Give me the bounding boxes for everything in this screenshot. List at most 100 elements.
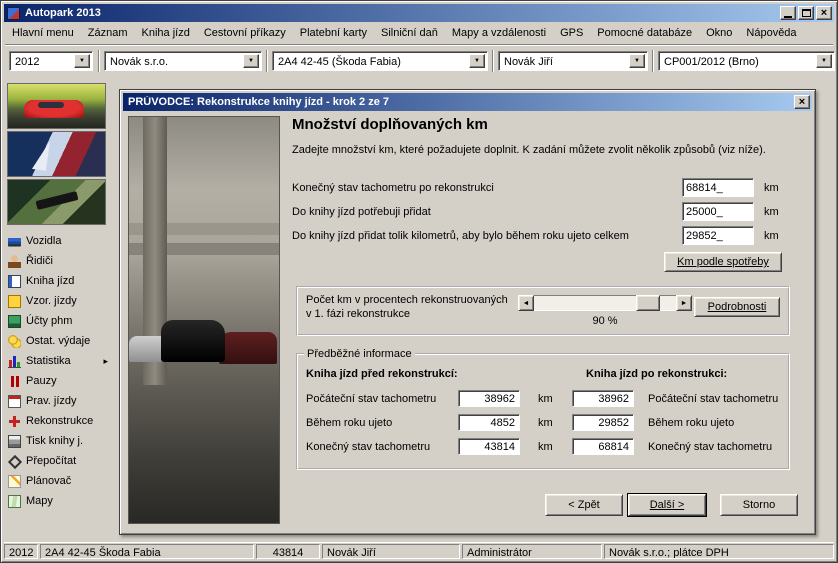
menu-mapy-a-vzdalenosti[interactable]: Mapy a vzdálenosti xyxy=(445,25,553,41)
scroll-right-button[interactable]: ► xyxy=(676,295,692,311)
sidebar-item-ridici[interactable]: Řidiči xyxy=(6,251,112,271)
sidebar-item-vzor-jizdy[interactable]: Vzor. jízdy xyxy=(6,291,112,311)
dialog-titlebar[interactable]: PRŮVODCE: Rekonstrukce knihy jízd - krok… xyxy=(123,93,812,111)
minimize-icon xyxy=(784,16,792,18)
unit-label: km xyxy=(538,441,553,453)
menu-okno[interactable]: Okno xyxy=(699,25,739,41)
app-title: Autopark 2013 xyxy=(25,7,101,19)
fuel-pump-icon xyxy=(8,315,21,328)
row-label: Počáteční stav tachometru xyxy=(648,393,778,405)
unit-label: km xyxy=(538,393,553,405)
photo-refueling xyxy=(7,179,106,225)
sidebar-item-pauzy[interactable]: Pauzy xyxy=(6,371,112,391)
recalculate-icon xyxy=(8,455,21,468)
scroll-left-button[interactable]: ◄ xyxy=(518,295,534,311)
sidebar-item-prav-jizdy[interactable]: Prav. jízdy xyxy=(6,391,112,411)
map-icon xyxy=(8,495,21,508)
percent-scrollbar[interactable]: ◄ ► xyxy=(518,295,692,311)
total-yearly-km-input[interactable]: 29852_ xyxy=(682,226,754,245)
maximize-button[interactable] xyxy=(798,6,814,20)
menu-gps[interactable]: GPS xyxy=(553,25,590,41)
unit-label: km xyxy=(764,182,779,194)
calendar-icon xyxy=(8,395,21,408)
dialog-photo-garage xyxy=(128,116,280,524)
percent-label: Počet km v procentech rekonstruovaných v… xyxy=(306,293,508,321)
sidebar-photos xyxy=(6,83,106,227)
toolbar-separator xyxy=(492,50,494,72)
row-label: Během roku ujeto xyxy=(306,417,392,429)
menu-silnicni-dan[interactable]: Silniční daň xyxy=(374,25,445,41)
driver-combobox[interactable]: Novák Jiří ▼ xyxy=(498,51,648,71)
cancel-button[interactable]: Storno xyxy=(720,494,798,516)
after-value: 38962 xyxy=(572,390,634,407)
menu-zaznam[interactable]: Záznam xyxy=(81,25,135,41)
menu-hlavni-menu[interactable]: Hlavní menu xyxy=(5,25,81,41)
red-car-shape xyxy=(219,332,277,364)
year-combobox[interactable]: 2012 ▼ xyxy=(9,51,93,71)
status-user: Administrátor xyxy=(462,544,602,559)
dialog-close-button[interactable]: × xyxy=(794,95,810,109)
chevron-down-icon[interactable]: ▼ xyxy=(243,54,259,68)
details-button[interactable]: Podrobnosti xyxy=(694,297,780,317)
app-window: Autopark 2013 × Hlavní menu Záznam Kniha… xyxy=(0,0,838,563)
next-button[interactable]: Další > xyxy=(628,494,706,516)
close-icon: × xyxy=(799,97,805,108)
toolbar-separator xyxy=(652,50,654,72)
chevron-down-icon[interactable]: ▼ xyxy=(629,54,645,68)
chevron-down-icon[interactable]: ▼ xyxy=(816,54,832,68)
sidebar-item-kniha-jizd[interactable]: Kniha jízd xyxy=(6,271,112,291)
app-titlebar[interactable]: Autopark 2013 × xyxy=(4,4,834,22)
driver-combobox-value: Novák Jiří xyxy=(504,55,553,68)
preview-row: Konečný stav tachometru 43814 km 68814 K… xyxy=(298,438,788,456)
sidebar-item-statistika[interactable]: Statistika ▸ xyxy=(6,351,112,371)
menubar: Hlavní menu Záznam Kniha jízd Cestovní p… xyxy=(5,24,833,42)
status-driver: Novák Jiří xyxy=(322,544,460,559)
car-icon xyxy=(8,235,21,248)
before-column-header: Kniha jízd před rekonstrukcí: xyxy=(306,368,458,380)
menu-kniha-jizd[interactable]: Kniha jízd xyxy=(135,25,197,41)
chevron-down-icon[interactable]: ▼ xyxy=(469,54,485,68)
menu-napoveda[interactable]: Nápověda xyxy=(739,25,803,41)
trip-combobox[interactable]: CP001/2012 (Brno) ▼ xyxy=(658,51,835,71)
logbook-icon xyxy=(8,275,21,288)
company-combobox[interactable]: Novák s.r.o. ▼ xyxy=(104,51,262,71)
dialog-content: Množství doplňovaných km Zadejte množstv… xyxy=(290,114,807,526)
km-to-add-input[interactable]: 25000_ xyxy=(682,202,754,221)
sidebar-item-mapy[interactable]: Mapy xyxy=(6,491,112,511)
minimize-button[interactable] xyxy=(780,6,796,20)
sidebar-item-label: Rekonstrukce xyxy=(26,415,93,427)
vehicle-combobox[interactable]: 2A4 42-45 (Škoda Fabia) ▼ xyxy=(272,51,488,71)
statusbar: 2012 2A4 42-45 Škoda Fabia 43814 Novák J… xyxy=(4,542,834,559)
back-button[interactable]: < Zpět xyxy=(545,494,623,516)
menu-platebni-karty[interactable]: Platební karty xyxy=(293,25,374,41)
red-car-shape xyxy=(24,100,84,118)
before-value: 38962 xyxy=(458,390,520,407)
percent-value: 90 % xyxy=(518,315,692,327)
preview-row: Během roku ujeto 4852 km 29852 Během rok… xyxy=(298,414,788,432)
status-vehicle: 2A4 42-45 Škoda Fabia xyxy=(40,544,254,559)
close-button[interactable]: × xyxy=(816,6,832,20)
sidebar-item-label: Statistika xyxy=(26,355,71,367)
status-company: Novák s.r.o.; plátce DPH xyxy=(604,544,834,559)
menu-pomocne-databaze[interactable]: Pomocné databáze xyxy=(590,25,699,41)
scrollbar-thumb[interactable] xyxy=(636,295,660,311)
menu-cestovni-prikazy[interactable]: Cestovní příkazy xyxy=(197,25,293,41)
sidebar-item-rekonstrukce[interactable]: Rekonstrukce xyxy=(6,411,112,431)
sidebar-item-label: Řidiči xyxy=(26,255,53,267)
percent-group: Počet km v procentech rekonstruovaných v… xyxy=(296,286,790,336)
chevron-down-icon[interactable]: ▼ xyxy=(74,54,90,68)
sidebar-item-label: Vozidla xyxy=(26,235,61,247)
sidebar-item-ucty-phm[interactable]: Účty phm xyxy=(6,311,112,331)
window-controls: × xyxy=(780,6,832,20)
scrollbar-track[interactable] xyxy=(534,295,676,311)
km-by-consumption-button[interactable]: Km podle spotřeby xyxy=(664,252,782,272)
sidebar-item-planovac[interactable]: Plánovač xyxy=(6,471,112,491)
sidebar-item-prepocitat[interactable]: Přepočítat xyxy=(6,451,112,471)
sidebar-item-ostat-vydaje[interactable]: Ostat. výdaje xyxy=(6,331,112,351)
trip-combobox-value: CP001/2012 (Brno) xyxy=(664,55,759,68)
after-value: 68814 xyxy=(572,438,634,455)
sidebar-item-vozidla[interactable]: Vozidla xyxy=(6,231,112,251)
plane-tail-shape xyxy=(32,139,50,171)
sidebar-item-tisk-knihy[interactable]: Tisk knihy j. xyxy=(6,431,112,451)
final-odometer-input[interactable]: 68814_ xyxy=(682,178,754,197)
